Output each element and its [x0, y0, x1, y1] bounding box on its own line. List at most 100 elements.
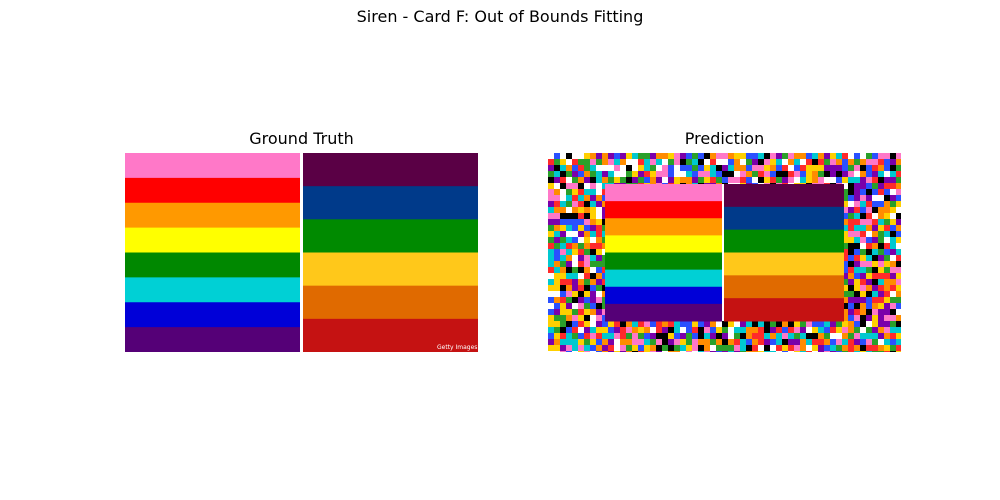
noise-pixel	[590, 291, 596, 297]
figure-suptitle: Siren - Card F: Out of Bounds Fitting	[356, 7, 644, 26]
noise-pixel	[548, 177, 554, 183]
noise-pixel	[626, 321, 632, 327]
noise-pixel	[758, 345, 764, 351]
noise-pixel	[722, 321, 728, 327]
noise-pixel	[842, 153, 848, 159]
noise-pixel	[596, 225, 602, 231]
noise-pixel	[836, 351, 842, 352]
noise-pixel	[752, 321, 758, 327]
noise-pixel	[692, 351, 698, 352]
noise-pixel	[602, 333, 608, 339]
noise-pixel	[752, 333, 758, 339]
noise-pixel	[878, 243, 884, 249]
noise-pixel	[884, 213, 890, 219]
noise-pixel	[578, 273, 584, 279]
noise-pixel	[800, 339, 806, 345]
noise-pixel	[680, 153, 686, 159]
noise-pixel	[848, 351, 854, 352]
prediction-title: Prediction	[684, 129, 765, 148]
noise-pixel	[788, 165, 794, 171]
noise-pixel	[866, 237, 872, 243]
noise-pixel	[746, 171, 752, 177]
noise-pixel	[872, 315, 878, 321]
noise-pixel	[596, 345, 602, 351]
noise-pixel	[734, 339, 740, 345]
noise-pixel	[608, 177, 614, 183]
noise-pixel	[626, 339, 632, 345]
noise-pixel	[830, 339, 836, 345]
noise-pixel	[860, 351, 866, 352]
noise-pixel	[794, 345, 800, 351]
noise-pixel	[806, 165, 812, 171]
noise-pixel	[668, 345, 674, 351]
noise-pixel	[848, 267, 854, 273]
noise-pixel	[560, 327, 566, 333]
noise-pixel	[548, 339, 554, 345]
noise-pixel	[548, 165, 554, 171]
noise-pixel	[572, 285, 578, 291]
noise-pixel	[896, 249, 901, 255]
pred-right-flag-stripe	[724, 206, 844, 231]
noise-pixel	[560, 183, 566, 189]
right-flag-stripe	[302, 186, 478, 220]
noise-pixel	[848, 345, 854, 351]
noise-pixel	[872, 189, 878, 195]
noise-pixel	[860, 243, 866, 249]
right-flag-stripe	[302, 252, 478, 287]
noise-pixel	[620, 321, 626, 327]
noise-pixel	[614, 327, 620, 333]
pred-right-flag-stripe	[724, 275, 844, 299]
noise-pixel	[590, 177, 596, 183]
noise-pixel	[662, 327, 668, 333]
noise-pixel	[770, 171, 776, 177]
noise-pixel	[872, 303, 878, 309]
noise-pixel	[830, 333, 836, 339]
noise-pixel	[788, 333, 794, 339]
noise-pixel	[578, 345, 584, 351]
noise-pixel	[596, 267, 602, 273]
noise-pixel	[818, 171, 824, 177]
noise-pixel	[566, 315, 572, 321]
noise-pixel	[890, 225, 896, 231]
noise-pixel	[776, 159, 782, 165]
noise-pixel	[560, 345, 566, 351]
noise-pixel	[854, 303, 860, 309]
noise-pixel	[860, 279, 866, 285]
noise-pixel	[632, 177, 638, 183]
noise-pixel	[854, 183, 860, 189]
noise-pixel	[884, 315, 890, 321]
noise-pixel	[548, 345, 554, 351]
noise-pixel	[872, 153, 878, 159]
noise-pixel	[572, 261, 578, 267]
noise-pixel	[626, 351, 632, 352]
noise-pixel	[584, 159, 590, 165]
noise-pixel	[866, 171, 872, 177]
noise-pixel	[896, 231, 901, 237]
noise-pixel	[674, 339, 680, 345]
noise-pixel	[872, 177, 878, 183]
noise-pixel	[758, 327, 764, 333]
noise-pixel	[596, 249, 602, 255]
noise-pixel	[860, 231, 866, 237]
noise-pixel	[866, 303, 872, 309]
noise-pixel	[596, 327, 602, 333]
noise-pixel	[734, 351, 740, 352]
noise-pixel	[806, 171, 812, 177]
noise-pixel	[656, 171, 662, 177]
noise-pixel	[770, 177, 776, 183]
noise-pixel	[746, 351, 752, 352]
noise-pixel	[758, 339, 764, 345]
noise-pixel	[782, 171, 788, 177]
noise-pixel	[722, 351, 728, 352]
noise-pixel	[716, 171, 722, 177]
noise-pixel	[752, 339, 758, 345]
noise-pixel	[626, 165, 632, 171]
noise-pixel	[872, 351, 878, 352]
noise-pixel	[710, 153, 716, 159]
noise-pixel	[668, 339, 674, 345]
noise-pixel	[752, 171, 758, 177]
noise-pixel	[680, 333, 686, 339]
noise-pixel	[848, 315, 854, 321]
noise-pixel	[860, 165, 866, 171]
noise-pixel	[674, 159, 680, 165]
